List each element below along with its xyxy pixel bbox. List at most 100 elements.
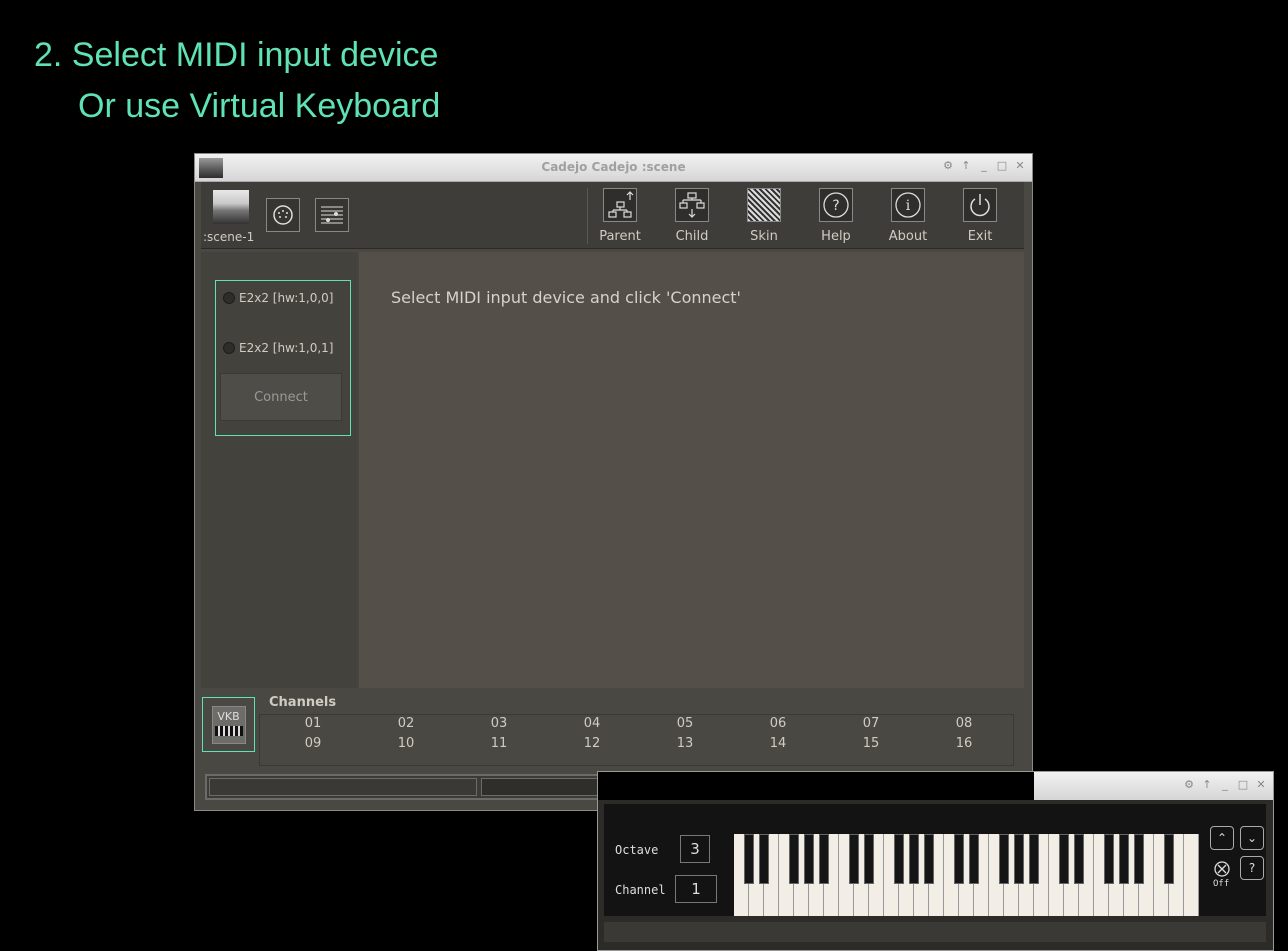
cadejo-scene-window: Cadejo Cadejo :scene ⚙ ↑ _ □ ✕ :scene-1 bbox=[194, 153, 1033, 811]
skin-button[interactable]: Skin bbox=[734, 188, 794, 246]
child-label: Child bbox=[675, 229, 709, 244]
pin-icon[interactable]: ⚙ bbox=[942, 159, 954, 173]
channel-11[interactable]: 11 bbox=[479, 736, 519, 751]
channel-area: VKB Channels 01 02 03 04 05 06 07 08 09 … bbox=[201, 694, 1024, 766]
keyboard-help-button[interactable]: ? bbox=[1240, 856, 1264, 880]
channel-field[interactable]: 1 bbox=[675, 875, 717, 903]
vkb-icon: VKB bbox=[211, 705, 246, 744]
black-key[interactable] bbox=[1164, 834, 1174, 884]
pin-icon[interactable]: ⚙ bbox=[1183, 778, 1195, 792]
keyboard-title-bar[interactable]: ⚙ ↑ _ □ ✕ bbox=[1034, 772, 1273, 800]
black-key[interactable] bbox=[804, 834, 814, 884]
device-radio-0[interactable]: E2x2 [hw:1,0,0] bbox=[223, 291, 333, 305]
channel-04[interactable]: 04 bbox=[572, 716, 612, 731]
black-key[interactable] bbox=[969, 834, 979, 884]
black-key[interactable] bbox=[1059, 834, 1069, 884]
instruction-text: Select MIDI input device and click 'Conn… bbox=[391, 288, 741, 307]
black-key[interactable] bbox=[789, 834, 799, 884]
caption-select-midi: 2. Select MIDI input device bbox=[34, 36, 439, 74]
close-icon[interactable]: ✕ bbox=[1255, 778, 1267, 792]
black-key[interactable] bbox=[924, 834, 934, 884]
channel-06[interactable]: 06 bbox=[758, 716, 798, 731]
all-notes-off-icon[interactable] bbox=[1213, 860, 1231, 878]
score-button[interactable] bbox=[315, 198, 349, 232]
channel-08[interactable]: 08 bbox=[944, 716, 984, 731]
toolbar-separator bbox=[587, 188, 588, 244]
virtual-keyboard-window: ⚙ ↑ _ □ ✕ Octave 3 Channel 1 ⌃ ⌄ Off ? bbox=[597, 771, 1274, 951]
midi-port-button[interactable] bbox=[266, 198, 300, 232]
info-icon: i bbox=[895, 192, 921, 218]
title-bar[interactable]: Cadejo Cadejo :scene ⚙ ↑ _ □ ✕ bbox=[195, 154, 1032, 182]
channel-14[interactable]: 14 bbox=[758, 736, 798, 751]
black-key[interactable] bbox=[999, 834, 1009, 884]
black-key[interactable] bbox=[1074, 834, 1084, 884]
toolbar: :scene-1 Parent Child Skin ? Help i Abou… bbox=[201, 182, 1024, 249]
close-icon[interactable]: ✕ bbox=[1014, 159, 1026, 173]
channel-16[interactable]: 16 bbox=[944, 736, 984, 751]
black-key[interactable] bbox=[894, 834, 904, 884]
channel-15[interactable]: 15 bbox=[851, 736, 891, 751]
channel-02[interactable]: 02 bbox=[386, 716, 426, 731]
help-button[interactable]: ? Help bbox=[806, 188, 866, 246]
child-button[interactable]: Child bbox=[662, 188, 722, 246]
black-key[interactable] bbox=[744, 834, 754, 884]
raise-icon[interactable]: ↑ bbox=[960, 159, 972, 173]
power-icon bbox=[970, 194, 990, 217]
connect-button[interactable]: Connect bbox=[220, 373, 342, 421]
black-key[interactable] bbox=[864, 834, 874, 884]
octave-label: Octave bbox=[615, 843, 659, 857]
minimize-icon[interactable]: _ bbox=[978, 159, 990, 173]
maximize-icon[interactable]: □ bbox=[996, 159, 1008, 173]
octave-up-button[interactable]: ⌃ bbox=[1210, 826, 1234, 850]
black-key[interactable] bbox=[1134, 834, 1144, 884]
raise-icon[interactable]: ↑ bbox=[1201, 778, 1213, 792]
channel-01[interactable]: 01 bbox=[293, 716, 333, 731]
black-key[interactable] bbox=[954, 834, 964, 884]
radio-indicator[interactable] bbox=[223, 292, 235, 304]
scene-thumbnail-icon[interactable] bbox=[213, 190, 249, 224]
maximize-icon[interactable]: □ bbox=[1237, 778, 1249, 792]
black-key[interactable] bbox=[1119, 834, 1129, 884]
black-key[interactable] bbox=[1014, 834, 1024, 884]
status-section-left bbox=[209, 778, 477, 796]
white-key[interactable] bbox=[1184, 834, 1199, 916]
channel-03[interactable]: 03 bbox=[479, 716, 519, 731]
black-key[interactable] bbox=[1104, 834, 1114, 884]
octave-down-button[interactable]: ⌄ bbox=[1240, 826, 1264, 850]
about-button[interactable]: i About bbox=[878, 188, 938, 246]
minimize-icon[interactable]: _ bbox=[1219, 778, 1231, 792]
channel-10[interactable]: 10 bbox=[386, 736, 426, 751]
about-label: About bbox=[888, 229, 928, 244]
vkb-label: VKB bbox=[217, 709, 240, 723]
vkb-button[interactable]: VKB bbox=[202, 697, 255, 752]
radio-indicator[interactable] bbox=[223, 342, 235, 354]
octave-field[interactable]: 3 bbox=[680, 835, 710, 863]
content-area: E2x2 [hw:1,0,0] E2x2 [hw:1,0,1] Connect … bbox=[201, 252, 1024, 688]
channel-07[interactable]: 07 bbox=[851, 716, 891, 731]
window-title: Cadejo Cadejo :scene bbox=[541, 160, 686, 174]
device-label: E2x2 [hw:1,0,0] bbox=[239, 291, 334, 305]
child-tree-icon bbox=[679, 192, 705, 218]
keyboard-panel: Octave 3 Channel 1 ⌃ ⌄ Off ? bbox=[604, 804, 1266, 916]
svg-text:i: i bbox=[906, 198, 911, 214]
channel-05[interactable]: 05 bbox=[665, 716, 705, 731]
caption-virtual-keyboard: Or use Virtual Keyboard bbox=[78, 87, 441, 125]
device-radio-1[interactable]: E2x2 [hw:1,0,1] bbox=[223, 341, 333, 355]
parent-button[interactable]: Parent bbox=[590, 188, 650, 246]
midi-device-list: E2x2 [hw:1,0,0] E2x2 [hw:1,0,1] Connect bbox=[215, 280, 351, 436]
black-key[interactable] bbox=[819, 834, 829, 884]
black-key[interactable] bbox=[1029, 834, 1039, 884]
channel-12[interactable]: 12 bbox=[572, 736, 612, 751]
channel-13[interactable]: 13 bbox=[665, 736, 705, 751]
channel-09[interactable]: 09 bbox=[293, 736, 333, 751]
exit-button[interactable]: Exit bbox=[950, 188, 1010, 246]
main-panel: Select MIDI input device and click 'Conn… bbox=[359, 252, 1024, 688]
channel-label: Channel bbox=[615, 883, 666, 897]
scene-label: :scene-1 bbox=[203, 230, 255, 244]
black-key[interactable] bbox=[909, 834, 919, 884]
piano-keyboard[interactable] bbox=[734, 834, 1199, 916]
black-key[interactable] bbox=[759, 834, 769, 884]
device-label: E2x2 [hw:1,0,1] bbox=[239, 341, 334, 355]
black-key[interactable] bbox=[849, 834, 859, 884]
help-label: Help bbox=[821, 229, 851, 244]
